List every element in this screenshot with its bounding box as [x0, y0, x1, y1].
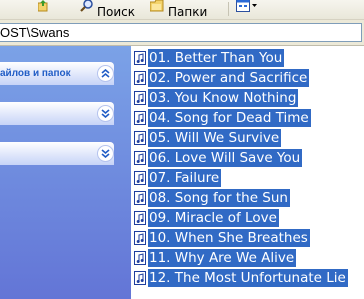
- search-button-label: Поиск: [97, 5, 136, 19]
- list-item[interactable]: 04. Song for Dead Time: [134, 109, 311, 127]
- file-name: 06. Love Will Save You: [148, 149, 303, 167]
- audio-file-icon: [134, 251, 146, 265]
- list-item[interactable]: 11. Why Are We Alive: [134, 249, 297, 267]
- audio-file-icon: [134, 131, 146, 145]
- list-item[interactable]: 08. Song for the Sun: [134, 189, 290, 207]
- audio-file-icon: [134, 71, 146, 85]
- file-name: 12. The Most Unfortunate Lie: [148, 269, 348, 287]
- toolbar-separator: [228, 2, 229, 16]
- file-name: 02. Power and Sacrifice: [148, 69, 310, 87]
- task-section-title: айлов и папок: [0, 68, 71, 79]
- list-item[interactable]: 06. Love Will Save You: [134, 149, 303, 167]
- search-icon: [80, 0, 94, 15]
- list-item[interactable]: 05. Will We Survive: [134, 129, 282, 147]
- list-item[interactable]: 01. Better Than You: [134, 49, 285, 67]
- list-item[interactable]: 03. You Know Nothing: [134, 89, 299, 107]
- chevron-up-icon[interactable]: [97, 65, 114, 82]
- file-name: 04. Song for Dead Time: [148, 109, 311, 127]
- address-input[interactable]: OST\Swans: [0, 23, 362, 42]
- task-section-file-folder-tasks[interactable]: айлов и папок: [0, 62, 114, 85]
- task-pane: айлов и папок: [0, 46, 131, 299]
- audio-file-icon: [134, 231, 146, 245]
- list-item[interactable]: 09. Miracle of Love: [134, 209, 279, 227]
- file-name: 11. Why Are We Alive: [148, 249, 297, 267]
- list-item[interactable]: 02. Power and Sacrifice: [134, 69, 310, 87]
- folders-icon: [149, 0, 165, 15]
- audio-file-icon: [134, 271, 146, 285]
- explorer-window: Поиск Папки OST\Swans айлов и папок 01. …: [0, 0, 364, 299]
- file-name: 01. Better Than You: [148, 49, 285, 67]
- audio-file-icon: [134, 151, 146, 165]
- audio-file-icon: [134, 171, 146, 185]
- folders-button[interactable]: Папки: [149, 0, 208, 19]
- views-button[interactable]: [236, 0, 261, 19]
- list-item[interactable]: 12. The Most Unfortunate Lie: [134, 269, 348, 287]
- file-name: 05. Will We Survive: [148, 129, 282, 147]
- audio-file-icon: [134, 91, 146, 105]
- file-name: 03. You Know Nothing: [148, 89, 299, 107]
- chevron-down-icon[interactable]: [97, 145, 114, 162]
- task-section-other-places[interactable]: [0, 102, 114, 125]
- file-name: 07. Failure: [148, 169, 222, 187]
- folders-button-label: Папки: [168, 5, 208, 19]
- folder-up-icon: [37, 0, 48, 15]
- views-icon: [236, 0, 258, 15]
- file-name: 10. When She Breathes: [148, 229, 310, 247]
- list-item[interactable]: 10. When She Breathes: [134, 229, 310, 247]
- address-bar: OST\Swans: [0, 19, 364, 46]
- file-list: 01. Better Than You 02. Power and Sacrif…: [131, 46, 364, 299]
- audio-file-icon: [134, 51, 146, 65]
- up-folder-button[interactable]: [37, 0, 48, 19]
- toolbar: Поиск Папки: [0, 0, 364, 19]
- audio-file-icon: [134, 191, 146, 205]
- chevron-down-icon[interactable]: [97, 105, 114, 122]
- list-item[interactable]: 07. Failure: [134, 169, 222, 187]
- audio-file-icon: [134, 211, 146, 225]
- search-button[interactable]: Поиск: [80, 0, 135, 19]
- file-name: 08. Song for the Sun: [148, 189, 290, 207]
- audio-file-icon: [134, 111, 146, 125]
- file-name: 09. Miracle of Love: [148, 209, 279, 227]
- task-section-details[interactable]: [0, 142, 114, 165]
